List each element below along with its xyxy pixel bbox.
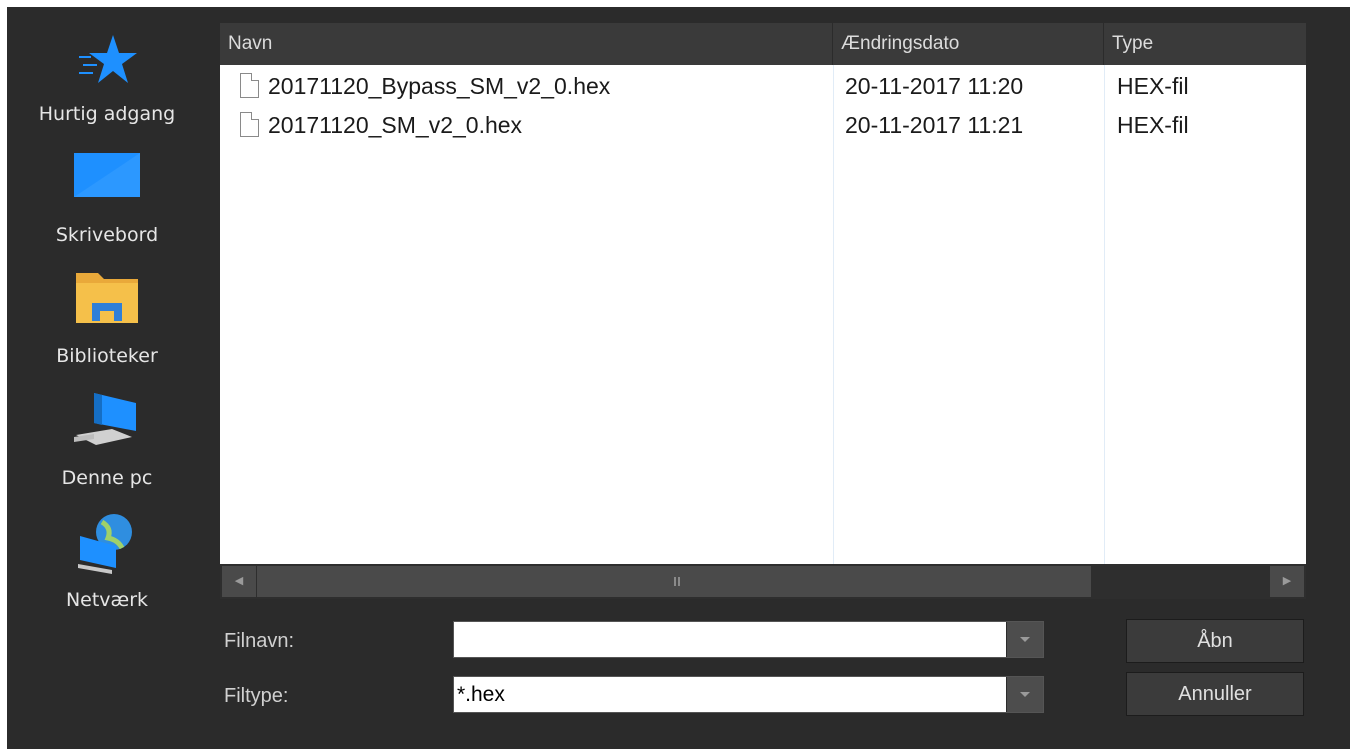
column-header-type[interactable]: Type [1104,23,1306,65]
file-date: 20-11-2017 11:20 [845,73,1024,99]
filename-label: Filnavn: [224,630,295,652]
place-label: Biblioteker [56,345,158,367]
file-row[interactable]: 20171120_SM_v2_0.hex 20-11-2017 11:21 HE… [220,106,1306,144]
star-icon [79,35,137,83]
file-list-header: Navn Ændringsdato Type [220,23,1306,65]
file-type: HEX-fil [1117,73,1189,99]
horizontal-scrollbar[interactable]: ◀ ▶ [220,564,1306,599]
place-label: Skrivebord [55,224,159,246]
filetype-value: *.hex [457,683,505,706]
file-date: 20-11-2017 11:21 [845,112,1024,138]
column-header-date[interactable]: Ændringsdato [833,23,1104,65]
place-this-pc[interactable]: Denne pc [7,387,207,489]
open-button[interactable]: Åbn [1126,619,1304,663]
folder-icon [76,273,138,323]
place-desktop[interactable]: Skrivebord [7,147,207,247]
grip-icon [674,577,680,586]
filetype-dropdown-button[interactable] [1006,677,1043,712]
file-open-dialog: Hurtig adgang Skrivebord Biblioteker Den… [7,7,1350,749]
place-label: Netværk [65,589,149,611]
scroll-right-button[interactable]: ▶ [1270,566,1304,597]
place-libraries[interactable]: Biblioteker [7,265,207,367]
file-list[interactable]: 20171120_Bypass_SM_v2_0.hex 20-11-2017 1… [220,65,1306,564]
filetype-label: Filtype: [224,685,289,707]
file-type: HEX-fil [1117,112,1189,138]
file-row[interactable]: 20171120_Bypass_SM_v2_0.hex 20-11-2017 1… [220,67,1306,105]
network-globe-icon [78,514,132,574]
place-label: Denne pc [61,467,153,489]
filetype-combobox[interactable]: *.hex [453,676,1044,713]
place-network[interactable]: Netværk [7,510,207,611]
scrollbar-thumb[interactable] [257,566,1091,597]
computer-icon [74,393,136,445]
column-header-name[interactable]: Navn [220,23,833,65]
scroll-left-button[interactable]: ◀ [222,566,256,597]
place-label: Hurtig adgang [38,103,176,125]
file-icon [240,73,259,98]
place-quick-access[interactable]: Hurtig adgang [7,27,207,127]
cancel-button[interactable]: Annuller [1126,672,1304,716]
desktop-icon [74,153,140,197]
file-name: 20171120_SM_v2_0.hex [268,112,523,138]
file-name: 20171120_Bypass_SM_v2_0.hex [268,73,611,99]
filename-dropdown-button[interactable] [1006,622,1043,657]
file-icon [240,112,259,137]
filename-combobox[interactable] [453,621,1044,658]
